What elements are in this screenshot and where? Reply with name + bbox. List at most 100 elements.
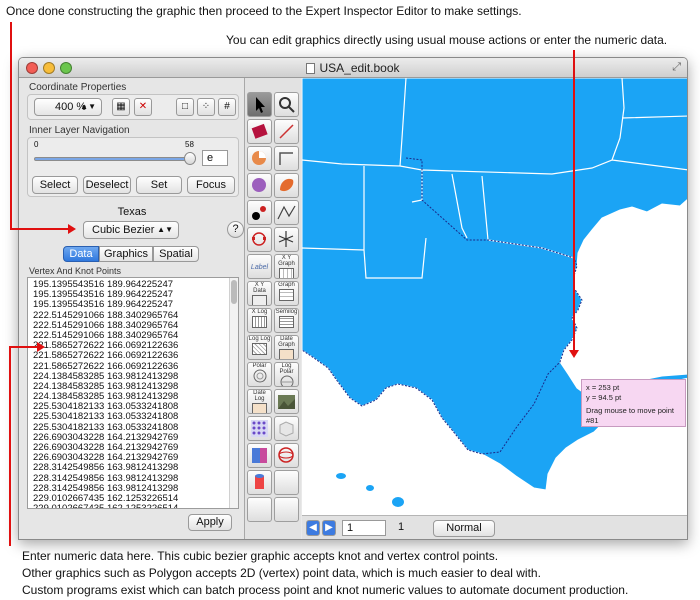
3d-box-tool-icon[interactable]: [274, 416, 299, 441]
log-log-grid-icon: [252, 343, 267, 355]
log-log-tool-icon[interactable]: Log Log: [247, 335, 272, 360]
semilog-tool-icon[interactable]: Semilog: [274, 308, 299, 333]
pie-tool-icon[interactable]: [247, 146, 272, 171]
focus-button[interactable]: Focus: [187, 176, 235, 194]
zoom-popup[interactable]: 400 % ▲▼: [34, 98, 102, 116]
date-log-grid-icon: [252, 403, 267, 413]
grid-icon[interactable]: ▦: [112, 98, 130, 116]
vertex-list[interactable]: 195.1395543516 189.964225247 195.13955435…: [27, 277, 239, 509]
graphic-type-popup[interactable]: Cubic Bezier ▲▼: [83, 221, 179, 239]
date-graph-tool-icon[interactable]: Date Graph: [274, 335, 299, 360]
polar-tool-icon[interactable]: Polar: [247, 362, 272, 387]
select-button[interactable]: Select: [32, 176, 78, 194]
scrollbar-thumb[interactable]: [231, 280, 237, 304]
empty-tool-slot[interactable]: [274, 497, 299, 522]
date-log-tool-icon[interactable]: Date Log: [247, 389, 272, 414]
apply-button[interactable]: Apply: [188, 514, 232, 531]
pattern-tool-icon[interactable]: [247, 416, 272, 441]
help-button[interactable]: ?: [227, 221, 244, 238]
inner-layer-navigation-group: 0 58 e Select Deselect Set Focus: [27, 137, 239, 197]
annotation-arrowhead-icon: [569, 350, 579, 358]
list-item[interactable]: 221.5865272622 166.0692122636: [28, 351, 238, 361]
inspector-panel: Coordinate Properties 400 % ▲▼ ▦ ✕ □ ⁘ #…: [19, 78, 245, 539]
polyline-tool-icon[interactable]: [274, 200, 299, 225]
point-tooltip: x = 253 pt y = 94.5 pt Drag mouse to mov…: [581, 379, 686, 427]
map-drawing[interactable]: [302, 78, 688, 515]
annotation-bottom-1: Enter numeric data here. This cubic bezi…: [22, 549, 499, 563]
log-polar-tool-icon[interactable]: Log Polar: [274, 362, 299, 387]
annotation-top-1: Once done constructing the graphic then …: [6, 4, 522, 18]
fullscreen-icon[interactable]: ⤢: [672, 61, 681, 74]
previous-page-icon[interactable]: ◀: [306, 520, 320, 536]
cylinder-tool-icon[interactable]: [247, 470, 272, 495]
xy-graph-tool-icon[interactable]: X Y Graph: [274, 254, 299, 279]
layer-value-field[interactable]: e: [202, 150, 228, 166]
tab-graphics[interactable]: Graphics: [99, 246, 153, 262]
hash-grid-icon[interactable]: #: [218, 98, 236, 116]
next-page-icon[interactable]: ▶: [322, 520, 336, 536]
normal-mode-button[interactable]: Normal: [433, 520, 495, 537]
graph-tool-icon[interactable]: Graph: [274, 281, 299, 306]
annotation-line: [9, 347, 11, 546]
tooltip-hint: Drag mouse to move point #81: [586, 406, 674, 425]
dots-icon[interactable]: ⁘: [197, 98, 215, 116]
arrow-tool-icon[interactable]: [247, 92, 272, 117]
graph-lines-icon: [279, 289, 294, 301]
app-window: USA_edit.book ⤢ Coordinate Properties 40…: [18, 57, 688, 540]
data-grid-icon: [252, 295, 267, 305]
sphere-tool-icon[interactable]: [274, 443, 299, 468]
graph-tool-label: Graph: [278, 282, 295, 288]
set-button[interactable]: Set: [136, 176, 182, 194]
xy-data-tool-label: X Y Data: [253, 282, 266, 294]
xy-data-tool-icon[interactable]: X Y Data: [247, 281, 272, 306]
annotation-line: [10, 228, 72, 230]
log-grid-icon: [252, 316, 267, 328]
tab-spatial[interactable]: Spatial: [153, 246, 199, 262]
tooltip-y: y = 94.5 pt: [586, 393, 622, 402]
map-canvas[interactable]: [302, 78, 688, 515]
semilog-tool-label: Semilog: [275, 309, 298, 315]
page-field[interactable]: 1: [342, 520, 386, 536]
line-tool-icon[interactable]: [274, 119, 299, 144]
log-log-tool-label: Log Log: [248, 336, 271, 342]
status-bar: ◀ ▶ 1 1 Normal: [302, 515, 687, 539]
list-item[interactable]: 229.0102667435 162.1253226514: [28, 503, 238, 508]
label-tool-icon[interactable]: Label: [247, 254, 272, 279]
point-tool-icon[interactable]: [247, 200, 272, 225]
title-bar: USA_edit.book ⤢: [19, 58, 687, 78]
square-icon[interactable]: □: [176, 98, 194, 116]
x-log-tool-icon[interactable]: X Log: [247, 308, 272, 333]
layer-slider-thumb[interactable]: [184, 152, 196, 165]
empty-tool-slot[interactable]: [247, 497, 272, 522]
semilog-grid-icon: [279, 316, 294, 328]
axes-icon[interactable]: ✕: [134, 98, 152, 116]
deselect-button[interactable]: Deselect: [83, 176, 131, 194]
page-count: 1: [398, 521, 405, 533]
bezier-tool-icon[interactable]: [247, 227, 272, 252]
annotation-bottom-3: Custom programs exist which can batch pr…: [22, 583, 629, 597]
slider-min-label: 0: [34, 140, 39, 149]
rectangle-tool-icon[interactable]: [247, 119, 272, 144]
annotation-arrowhead-icon: [68, 224, 76, 234]
layer-slider-track[interactable]: [34, 157, 192, 161]
annotation-bottom-2: Other graphics such as Polygon accepts 2…: [22, 566, 541, 580]
circle-tool-icon[interactable]: [247, 173, 272, 198]
magnifier-tool-icon[interactable]: [274, 92, 299, 117]
empty-tool-slot[interactable]: [274, 470, 299, 495]
date-log-tool-label: Date Log: [253, 390, 266, 402]
tooltip-x: x = 253 pt: [586, 383, 620, 392]
document-icon: [306, 63, 316, 74]
slider-max-label: 58: [185, 140, 194, 149]
coordinate-properties-group: 400 % ▲▼ ▦ ✕ □ ⁘ #: [27, 94, 239, 120]
blob-tool-icon[interactable]: [274, 173, 299, 198]
gradient-tool-icon[interactable]: [247, 443, 272, 468]
xy-graph-tool-label: X Y Graph: [278, 255, 295, 267]
annotation-line: [9, 346, 39, 348]
vertex-rows: 195.1395543516 189.964225247 195.13955435…: [28, 278, 238, 508]
image-tool-icon[interactable]: [274, 389, 299, 414]
connector-tool-icon[interactable]: [274, 146, 299, 171]
list-scrollbar[interactable]: [229, 278, 238, 508]
map-states-region[interactable]: [302, 78, 688, 491]
star-tool-icon[interactable]: [274, 227, 299, 252]
tab-data[interactable]: Data: [63, 246, 99, 262]
